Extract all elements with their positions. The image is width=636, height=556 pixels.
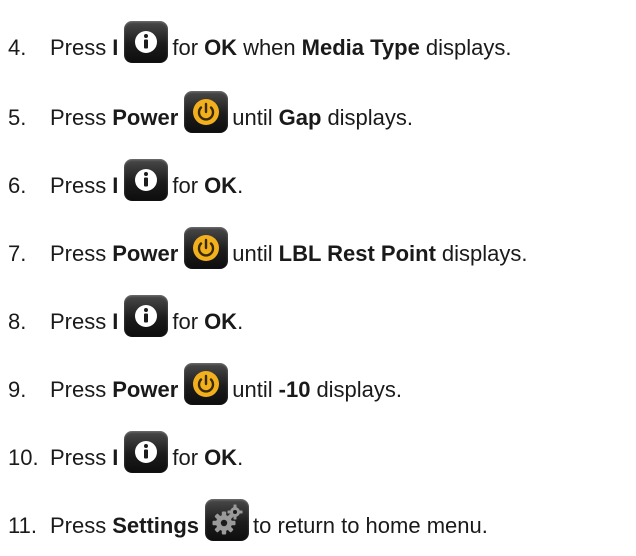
step-number: 8. [8, 309, 27, 334]
step-number: 11. [8, 513, 37, 538]
step-key: I [112, 173, 119, 198]
info-icon [124, 21, 169, 63]
step-connector: until [232, 241, 273, 266]
step-number: 7. [8, 241, 27, 266]
step-8: 8. Press I for OK. [0, 295, 636, 346]
step-connector: until [232, 105, 273, 130]
info-icon [124, 431, 169, 473]
step-verb: Press [50, 309, 107, 334]
power-icon [184, 91, 229, 133]
info-icon [124, 159, 169, 201]
step-key: I [112, 35, 119, 60]
step-verb: Press [50, 241, 107, 266]
step-ending: . [237, 309, 244, 334]
power-icon [184, 227, 229, 269]
step-key: I [112, 309, 119, 334]
step-target: OK [204, 445, 238, 470]
step-7: 7. Press Power until LBL Rest Point disp… [0, 227, 636, 278]
step-6: 6. Press I for OK. [0, 159, 636, 210]
step-key: Power [112, 377, 179, 402]
step-number: 5. [8, 105, 27, 130]
step-target: Gap [278, 105, 322, 130]
step-target: -10 [278, 377, 311, 402]
step-target: OK [204, 35, 238, 60]
step-ending: . [237, 173, 244, 198]
step-target: LBL Rest Point [278, 241, 436, 266]
step-connector: until [232, 377, 273, 402]
step-verb: Press [50, 35, 107, 60]
step-ending: to return to home menu. [253, 513, 488, 538]
step-11: 11. Press Settings to return to home men… [0, 499, 636, 550]
step-connector: for [172, 173, 199, 198]
step-number: 10. [8, 445, 39, 470]
step-verb: Press [50, 105, 107, 130]
step-ending: displays. [441, 241, 528, 266]
step-number: 4. [8, 35, 27, 60]
step-10: 10. Press I for OK. [0, 431, 636, 482]
step-connector: for [172, 35, 199, 60]
step-connector-2: when [243, 35, 296, 60]
step-key: I [112, 445, 119, 470]
info-icon [124, 295, 169, 337]
step-verb: Press [50, 377, 107, 402]
step-connector: for [172, 309, 199, 334]
step-target-2: Media Type [301, 35, 420, 60]
step-ending: displays. [316, 377, 403, 402]
step-target: OK [204, 309, 238, 334]
power-icon [184, 363, 229, 405]
step-key: Settings [112, 513, 200, 538]
step-verb: Press [50, 445, 107, 470]
step-key: Power [112, 105, 179, 130]
step-verb: Press [50, 513, 107, 538]
instruction-steps: 4. Press I for OK when Media Type displa… [0, 0, 636, 556]
step-9: 9. Press Power until -10 displays. [0, 363, 636, 414]
step-ending: displays. [327, 105, 414, 130]
step-ending: . [237, 445, 244, 470]
step-number: 9. [8, 377, 27, 402]
step-ending: displays. [425, 35, 512, 60]
settings-gear-icon [205, 499, 250, 541]
step-target: OK [204, 173, 238, 198]
step-connector: for [172, 445, 199, 470]
step-4: 4. Press I for OK when Media Type displa… [0, 21, 636, 72]
step-verb: Press [50, 173, 107, 198]
step-key: Power [112, 241, 179, 266]
step-5: 5. Press Power until Gap displays. [0, 91, 636, 142]
step-number: 6. [8, 173, 27, 198]
